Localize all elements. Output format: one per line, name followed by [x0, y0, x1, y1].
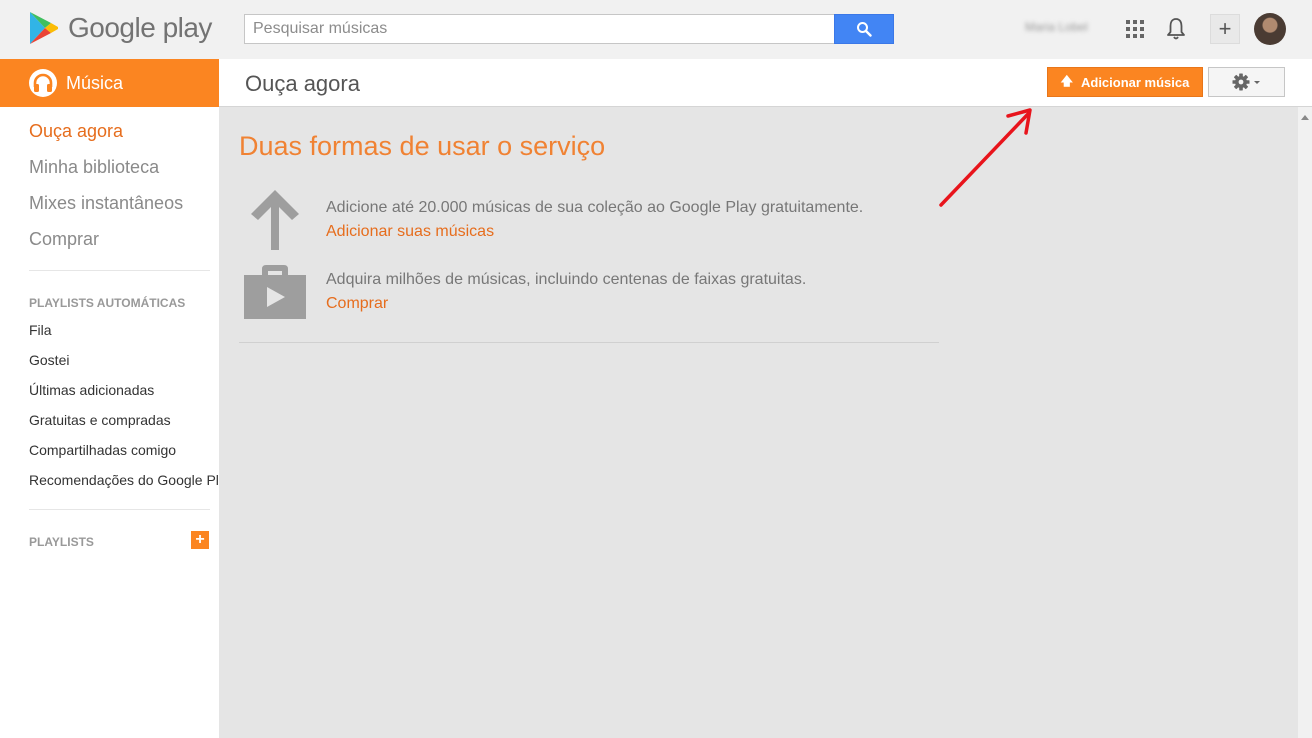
sidebar-divider: [29, 509, 210, 510]
search-icon: [857, 22, 872, 37]
top-bar: Google play Maria Lobel +: [0, 0, 1312, 59]
add-music-label: Adicionar música: [1080, 74, 1190, 90]
sidebar: Ouça agora Minha biblioteca Mixes instan…: [0, 107, 219, 738]
main-heading: Duas formas de usar o serviço: [239, 131, 606, 161]
music-section-brand[interactable]: Música: [0, 59, 219, 107]
playlist-item-free-purchased[interactable]: Gratuitas e compradas: [29, 412, 171, 428]
plus-icon: +: [1218, 16, 1232, 41]
search-button[interactable]: [834, 14, 894, 44]
annotation-arrow-icon: [939, 108, 1032, 207]
chevron-down-icon: [1253, 81, 1260, 84]
nav-item-instant-mixes[interactable]: Mixes instantâneos: [29, 193, 183, 214]
vertical-scrollbar[interactable]: [1298, 107, 1312, 738]
add-your-music-link[interactable]: Adicionar suas músicas: [326, 223, 494, 241]
playlist-item-google-recommendations[interactable]: Recomendações do Google Play: [29, 472, 219, 488]
user-name[interactable]: Maria Lobel: [1025, 20, 1088, 34]
play-logo-icon: [30, 12, 58, 44]
search-bar: [244, 14, 894, 44]
scroll-up-arrow-icon[interactable]: [1301, 115, 1309, 120]
apps-grid-icon[interactable]: [1126, 20, 1144, 38]
nav-item-shop[interactable]: Comprar: [29, 229, 99, 250]
search-input[interactable]: [244, 14, 834, 44]
upload-arrow-icon: 🡅: [1060, 73, 1073, 88]
content-divider: [239, 342, 939, 343]
settings-button[interactable]: [1208, 67, 1285, 97]
nav-item-my-library[interactable]: Minha biblioteca: [29, 157, 159, 178]
playlist-item-shared-with-me[interactable]: Compartilhadas comigo: [29, 442, 176, 458]
upload-arrow-icon: [251, 190, 299, 250]
gear-icon: [1232, 73, 1249, 91]
music-section-label: Música: [66, 72, 124, 93]
playlist-item-recently-added[interactable]: Últimas adicionadas: [29, 382, 154, 398]
nav-item-listen-now[interactable]: Ouça agora: [29, 121, 123, 142]
feature-shop-text: Adquira milhões de músicas, incluindo ce…: [326, 271, 807, 288]
logo-text: Google play: [68, 12, 212, 43]
playlist-item-liked[interactable]: Gostei: [29, 352, 69, 368]
add-music-button[interactable]: 🡅 Adicionar música: [1047, 67, 1203, 97]
shopping-bag-icon: [244, 265, 306, 319]
playlist-item-queue[interactable]: Fila: [29, 322, 52, 338]
page-header: Ouça agora 🡅 Adicionar música: [219, 59, 1312, 107]
sidebar-divider: [29, 270, 210, 271]
headphones-icon: [29, 69, 57, 97]
avatar[interactable]: [1254, 13, 1286, 45]
page-title: Ouça agora: [245, 71, 360, 96]
playlists-heading: PLAYLISTS: [29, 535, 94, 549]
feature-upload-text: Adicione até 20.000 músicas de sua coleç…: [326, 199, 864, 216]
auto-playlists-heading: PLAYLISTS AUTOMÁTICAS: [29, 296, 186, 310]
notifications-bell-icon[interactable]: [1166, 17, 1186, 41]
shop-link[interactable]: Comprar: [326, 295, 388, 313]
google-play-logo[interactable]: Google play: [28, 9, 218, 47]
add-playlist-button[interactable]: +: [191, 531, 209, 549]
share-plus-button[interactable]: +: [1210, 14, 1240, 44]
